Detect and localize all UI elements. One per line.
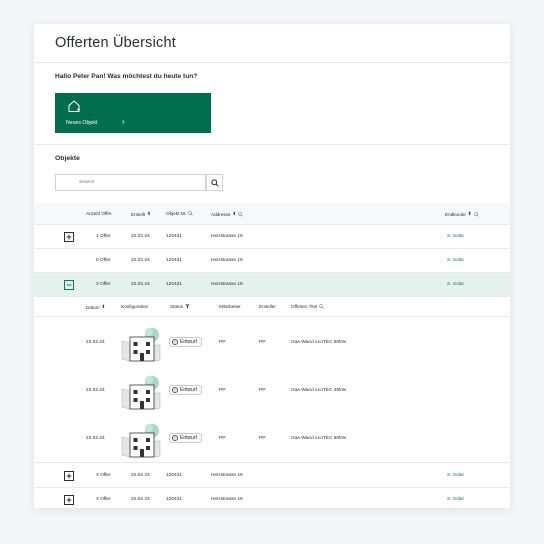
offer-date: 22.02.24 [86, 340, 105, 345]
customer-link[interactable]: S. Solar [447, 234, 464, 239]
address: Heizstrasse 18 [211, 497, 243, 502]
col-configuration: Konfiguration [121, 304, 149, 309]
employee: PP [219, 388, 226, 393]
address: Heizstrasse 18 [211, 258, 243, 263]
expand-toggle[interactable]: + [64, 495, 74, 505]
employee: PP [219, 340, 226, 345]
info-icon: i [172, 435, 178, 441]
col-customer[interactable]: Endkunde ⬍ [445, 211, 479, 217]
offer-date: 22.02.24 [86, 436, 105, 441]
offers-count: 3 Offer [96, 473, 111, 478]
col-address[interactable]: Addresse ⬍ [211, 211, 244, 217]
offers-count: 0 Offer [96, 258, 111, 263]
sort-icon[interactable]: ⬍ [102, 304, 106, 310]
status-badge: i Entwurf [169, 433, 202, 443]
col-creator: Ersteller [259, 304, 276, 309]
created-date: 22.02.24 [131, 258, 150, 263]
greeting-text: Hallo Peter Pan! Was möchtest du heute t… [55, 73, 198, 80]
offers-card: Offerten Übersicht Hallo Peter Pan! Was … [34, 24, 510, 508]
search-icon[interactable] [188, 211, 194, 216]
chevron-right-icon: › [122, 117, 125, 126]
table-row-expanded[interactable]: − 3 Offer 22.02.24 120431 Heizstrasse 18… [34, 273, 510, 297]
expand-toggle[interactable]: + [64, 232, 74, 242]
offers-count: 3 Offer [96, 497, 111, 502]
col-status[interactable]: Status [170, 304, 190, 309]
col-created[interactable]: Erstellt ⬍ [131, 211, 151, 217]
offer-title: Gas-Wand ecoTEC 45kW [291, 388, 347, 393]
offer-row[interactable]: 22.02.24 i Entwurf PP PP Gas-Wand ecoTEC … [34, 415, 510, 463]
offer-title: Gas-Wand ecoTEC 50kW [291, 340, 347, 345]
offers-count: 3 Offer [96, 282, 111, 287]
address: Heizstrasse 18 [211, 473, 243, 478]
customer-link[interactable]: S. Solar [447, 497, 464, 502]
divider [34, 62, 510, 63]
table-row[interactable]: + 1 Offer 22.02.24 120431 Heizstrasse 18… [34, 225, 510, 249]
created-date: 22.02.24 [131, 473, 150, 478]
customer-link[interactable]: S. Solar [447, 258, 464, 263]
creator: PP [259, 436, 266, 441]
status-badge: i Entwurf [169, 337, 202, 347]
col-offers[interactable]: Anzahl Offer. [86, 211, 112, 216]
offer-row[interactable]: 22.02.24 i Entwurf PP PP Gas-Wand ecoTEC … [34, 319, 510, 367]
status-badge: i Entwurf [169, 385, 202, 395]
created-date: 22.02.24 [131, 497, 150, 502]
search-icon[interactable] [473, 211, 479, 217]
divider [34, 144, 510, 145]
object-number: 120431 [166, 234, 183, 239]
offer-row[interactable]: 22.02.24 i Entwurf PP PP Gas-Wand ecoTEC … [34, 367, 510, 415]
building-illustration [121, 376, 161, 410]
sort-icon[interactable]: ⬍ [232, 211, 236, 217]
object-number: 120431 [166, 473, 183, 478]
col-offer-title[interactable]: Offerten Titel [291, 304, 325, 309]
section-title: Objekte [55, 155, 80, 162]
sort-icon[interactable]: ⬍ [147, 211, 151, 217]
col-employee: Mitarbeiter [219, 304, 241, 309]
filter-icon[interactable] [185, 304, 190, 309]
address: Heizstrasse 18 [211, 282, 243, 287]
subtable-header: Datum ⬍ Konfiguration Status Mitarbeiter … [34, 297, 510, 317]
employee: PP [219, 436, 226, 441]
object-number: 120431 [166, 497, 183, 502]
new-object-button[interactable]: Neues Objekt › [55, 93, 211, 133]
collapse-toggle[interactable]: − [64, 280, 74, 290]
info-icon: i [172, 387, 178, 393]
col-date[interactable]: Datum ⬍ [86, 304, 105, 310]
building-illustration [121, 424, 161, 458]
building-illustration [121, 328, 161, 362]
search-icon[interactable] [238, 211, 244, 217]
object-number: 120431 [166, 258, 183, 263]
address: Heizstrasse 18 [211, 234, 243, 239]
table-header: Anzahl Offer. Erstellt ⬍ Objekt Nr. Addre… [34, 203, 510, 225]
expand-toggle[interactable]: + [64, 471, 74, 481]
offers-count: 1 Offer [96, 234, 111, 239]
new-object-label: Neues Objekt [66, 120, 98, 126]
page-title: Offerten Übersicht [55, 35, 176, 51]
creator: PP [259, 388, 266, 393]
table-row[interactable]: 0 Offer 22.02.24 120431 Heizstrasse 18 S… [34, 249, 510, 273]
customer-link[interactable]: S. Solar [447, 282, 464, 287]
table-row[interactable]: + 3 Offer 22.02.24 120431 Heizstrasse 18… [34, 488, 510, 508]
search-input[interactable] [55, 174, 206, 191]
offer-title: Gas-Wand ecoTEC 60kW [291, 436, 347, 441]
object-number: 120431 [166, 282, 183, 287]
creator: PP [259, 340, 266, 345]
customer-link[interactable]: S. Solar [447, 473, 464, 478]
house-plus-icon [68, 100, 80, 112]
search-icon [210, 178, 219, 187]
col-object-nr[interactable]: Objekt Nr. [166, 211, 194, 216]
created-date: 22.02.24 [131, 282, 150, 287]
table-row[interactable]: + 3 Offer 22.02.24 120431 Heizstrasse 18… [34, 464, 510, 488]
created-date: 22.02.24 [131, 234, 150, 239]
info-icon: i [172, 339, 178, 345]
offer-date: 22.02.24 [86, 388, 105, 393]
search-icon[interactable] [319, 304, 325, 309]
sort-icon[interactable]: ⬍ [468, 211, 472, 217]
search-button[interactable] [206, 174, 223, 191]
